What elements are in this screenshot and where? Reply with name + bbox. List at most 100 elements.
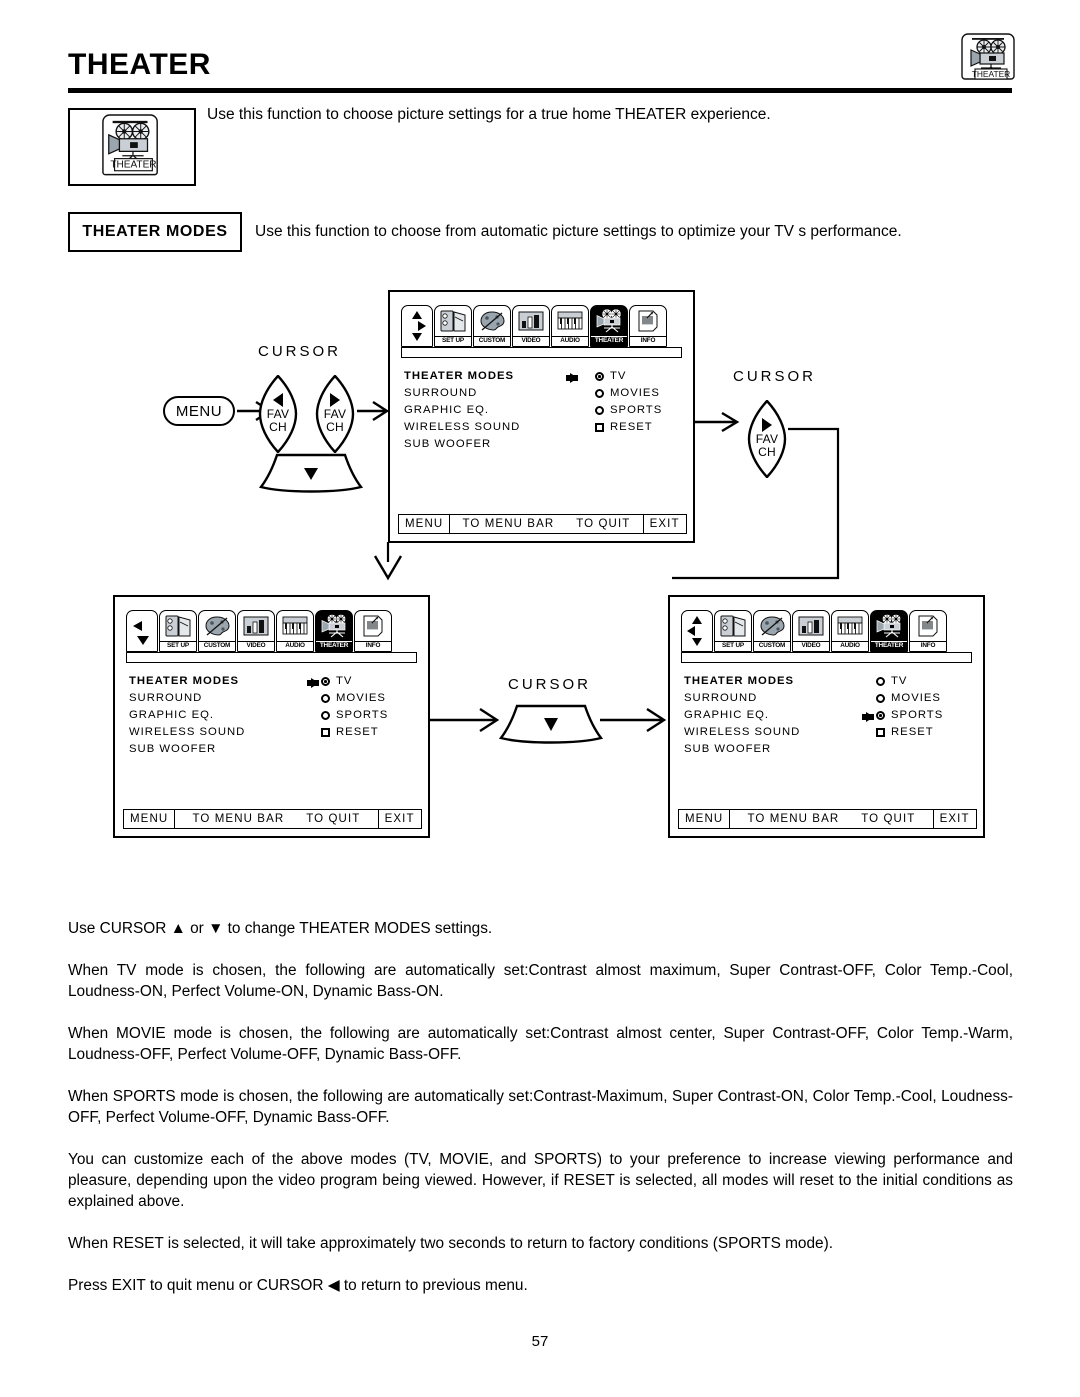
osd-menu-item[interactable]: WIRELESS SOUND (684, 724, 800, 741)
theater-projector-icon: THEATER (961, 33, 1015, 80)
osd-option-sports[interactable]: SPORTS (876, 707, 943, 724)
favch-right-label: FAV CH (323, 407, 347, 434)
osd-menu-item-list: THEATER MODES SURROUND GRAPHIC EQ. WIREL… (129, 673, 245, 758)
osd-option-reset[interactable]: RESET (321, 724, 388, 741)
osd-footer-menu[interactable]: MENU (398, 514, 451, 534)
osd-footer-menu[interactable]: MENU (678, 809, 731, 829)
osd-option-label: SPORTS (610, 404, 663, 416)
osd-menu-item[interactable]: SUB WOOFER (404, 436, 520, 453)
menubar-tab-audio-label: AUDIO (832, 641, 868, 651)
cursor-label-left: CURSOR (258, 343, 342, 360)
osd-option-tv[interactable]: TV (876, 673, 943, 690)
page-title: THEATER (68, 48, 211, 81)
osd-menu-item[interactable]: GRAPHIC EQ. (684, 707, 800, 724)
osd-option-label: SPORTS (891, 709, 944, 721)
osd-menu-item[interactable]: SURROUND (684, 690, 800, 707)
osd-footer-to-quit: TO QUIT (576, 518, 631, 530)
osd-option-movies[interactable]: MOVIES (321, 690, 388, 707)
osd-option-movies[interactable]: MOVIES (595, 385, 662, 402)
menu-button[interactable]: MENU (163, 396, 235, 426)
video-icon (518, 311, 544, 331)
osd-option-label: MOVIES (336, 692, 386, 704)
osd-menu-item[interactable]: SUB WOOFER (684, 741, 800, 758)
cursor-down-key-bottom[interactable] (498, 704, 604, 744)
favch-left-label: FAV CH (266, 407, 290, 434)
osd-option-tv[interactable]: TV (595, 368, 662, 385)
radio-icon (321, 694, 330, 703)
radio-selected-icon (321, 677, 330, 686)
osd-option-label: TV (336, 675, 353, 687)
menubar-tab-setup[interactable]: SET UP (714, 610, 752, 652)
menubar-tab-theater[interactable]: THEATER (315, 610, 353, 652)
osd-option-sports[interactable]: SPORTS (595, 402, 662, 419)
menubar-tab-setup[interactable]: SET UP (159, 610, 197, 652)
menubar-tab-video[interactable]: VIDEO (237, 610, 275, 652)
menubar-tab-video[interactable]: VIDEO (512, 305, 550, 347)
menubar-tab-custom[interactable]: CUSTOM (473, 305, 511, 347)
menubar-tab-video[interactable]: VIDEO (792, 610, 830, 652)
svg-text:THEATER: THEATER (110, 160, 156, 171)
osd-footer-bar: MENU TO MENU BAR TO QUIT EXIT (123, 809, 422, 829)
theater-icon-box: THEATER (68, 108, 196, 186)
intro-text: Use this function to choose picture sett… (207, 106, 771, 123)
osd-menu-item[interactable]: SURROUND (129, 690, 245, 707)
svg-text:THEATER: THEATER (972, 69, 1010, 79)
osd-footer-exit[interactable]: EXIT (642, 514, 687, 534)
osd-menu-item[interactable]: SURROUND (404, 385, 520, 402)
setup-icon (720, 615, 746, 637)
custom-palette-icon (205, 616, 230, 636)
menubar-tab-theater[interactable]: THEATER (590, 305, 628, 347)
menubar-tab-video-label: VIDEO (238, 641, 274, 651)
osd-footer-bar: MENU TO MENU BAR TO QUIT EXIT (398, 514, 687, 534)
menubar-cursor-pad (126, 610, 158, 652)
osd-footer-hint: TO MENU BAR TO QUIT (448, 514, 645, 534)
menubar-tab-info[interactable]: INFO (909, 610, 947, 652)
osd-option-reset[interactable]: RESET (595, 419, 662, 436)
menubar-tab-custom[interactable]: CUSTOM (198, 610, 236, 652)
osd-option-label: RESET (336, 726, 379, 738)
osd-footer-exit[interactable]: EXIT (377, 809, 422, 829)
osd-option-list: TV MOVIES SPORTS RESET (876, 673, 943, 741)
osd-footer-exit[interactable]: EXIT (932, 809, 977, 829)
checkbox-icon (876, 728, 885, 737)
theater-modes-label: THEATER MODES (82, 223, 228, 240)
osd-menu-item[interactable]: WIRELESS SOUND (129, 724, 245, 741)
radio-selected-icon (595, 372, 604, 381)
osd-footer-menu[interactable]: MENU (123, 809, 176, 829)
osd-menu-item[interactable]: WIRELESS SOUND (404, 419, 520, 436)
menubar-tab-custom-label: CUSTOM (474, 336, 510, 346)
menubar-tab-theater[interactable]: THEATER (870, 610, 908, 652)
osd-menu-item[interactable]: THEATER MODES (129, 673, 245, 690)
menubar-tab-info[interactable]: INFO (629, 305, 667, 347)
menubar-cursor-pad (401, 305, 433, 347)
osd-option-tv[interactable]: TV (321, 673, 388, 690)
osd-menu-bar[interactable]: SET UP CUSTOM VIDEO AUDIO THEATER INFO (401, 301, 682, 347)
menubar-tab-audio[interactable]: AUDIO (276, 610, 314, 652)
menubar-tab-info[interactable]: INFO (354, 610, 392, 652)
favch-right-key[interactable]: FAV CH (313, 375, 357, 453)
osd-menu-item[interactable]: GRAPHIC EQ. (404, 402, 520, 419)
osd-option-movies[interactable]: MOVIES (876, 690, 943, 707)
osd-option-sports[interactable]: SPORTS (321, 707, 388, 724)
osd-screen-top: SET UP CUSTOM VIDEO AUDIO THEATER INFO T… (388, 290, 695, 543)
video-icon (243, 616, 269, 636)
menubar-tab-custom[interactable]: CUSTOM (753, 610, 791, 652)
audio-keyboard-icon (282, 616, 308, 635)
favch-right-cursor-key[interactable]: FAV CH (745, 400, 789, 478)
title-underline-rule (68, 88, 1012, 93)
osd-menu-item[interactable]: SUB WOOFER (129, 741, 245, 758)
menubar-tab-setup[interactable]: SET UP (434, 305, 472, 347)
osd-option-label: RESET (891, 726, 934, 738)
cursor-down-key-left[interactable] (258, 453, 364, 493)
osd-menu-item[interactable]: THEATER MODES (404, 368, 520, 385)
favch-left-key[interactable]: FAV CH (256, 375, 300, 453)
menubar-tab-setup-label: SET UP (160, 641, 196, 651)
menubar-tab-theater-label: THEATER (591, 336, 627, 346)
osd-menu-item[interactable]: THEATER MODES (684, 673, 800, 690)
osd-menu-bar[interactable]: SET UP CUSTOM VIDEO AUDIO THEATER INFO (126, 606, 417, 652)
osd-menu-item[interactable]: GRAPHIC EQ. (129, 707, 245, 724)
osd-menu-bar[interactable]: SET UP CUSTOM VIDEO AUDIO THEATER INFO (681, 606, 972, 652)
menubar-tab-audio[interactable]: AUDIO (551, 305, 589, 347)
osd-option-reset[interactable]: RESET (876, 724, 943, 741)
menubar-tab-audio[interactable]: AUDIO (831, 610, 869, 652)
